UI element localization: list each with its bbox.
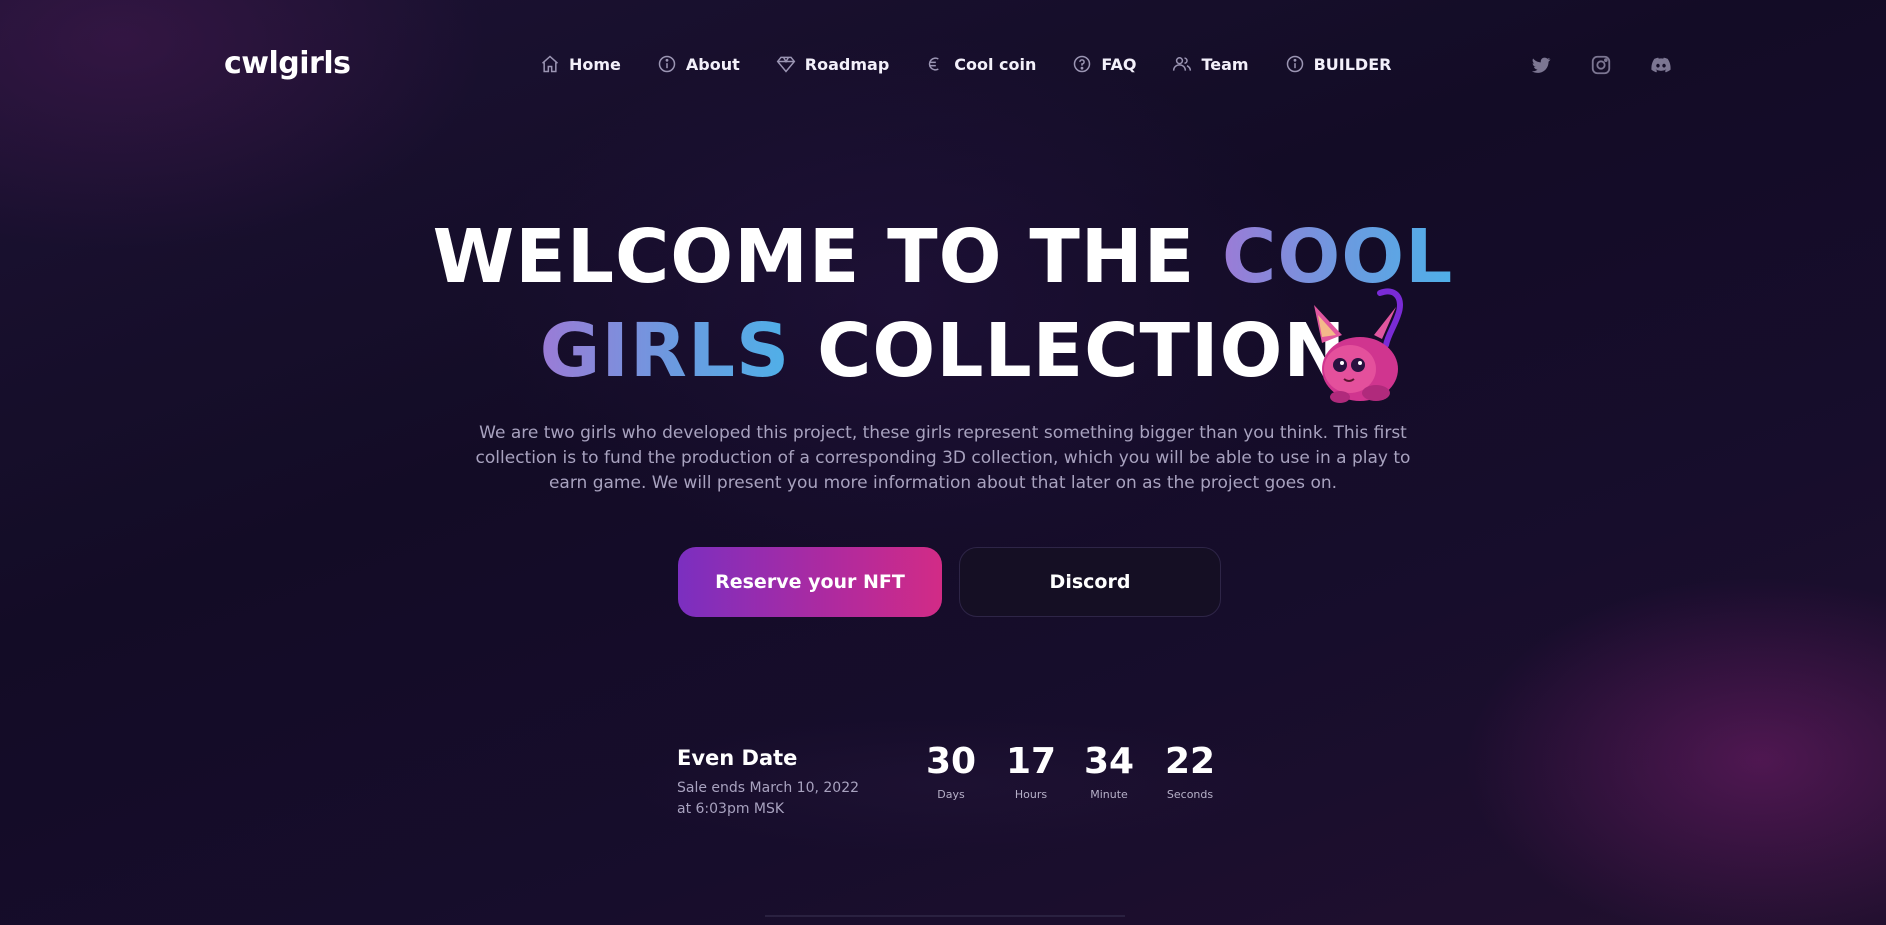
logo[interactable]: cwlgirls bbox=[224, 46, 351, 81]
bottom-divider bbox=[765, 915, 1125, 917]
countdown-subtitle: Sale ends March 10, 2022 at 6:03pm MSK bbox=[677, 780, 860, 817]
nav-item-team[interactable]: Team bbox=[1172, 54, 1249, 74]
countdown-minutes: 34 Minute bbox=[1074, 740, 1144, 801]
info-icon bbox=[1286, 55, 1303, 73]
title-part2: COLLECTION bbox=[790, 308, 1347, 394]
reserve-nft-button[interactable]: Reserve your NFT bbox=[678, 547, 942, 617]
nav-item-about[interactable]: About bbox=[657, 54, 740, 74]
nav-item-home[interactable]: Home bbox=[540, 54, 621, 74]
countdown-days: 30 Days bbox=[916, 740, 986, 801]
nav-label-team: Team bbox=[1201, 54, 1249, 74]
instagram-icon[interactable] bbox=[1590, 54, 1612, 76]
nav-item-cool-coin[interactable]: Cool coin bbox=[925, 54, 1036, 74]
home-icon bbox=[542, 55, 558, 73]
hero-section: WELCOME TO THE COOL GIRLS COLLECTION bbox=[0, 210, 1886, 398]
site-header: cwlgirls Home About Roadmap Cool coin FA… bbox=[0, 0, 1886, 130]
diamond-icon bbox=[776, 56, 796, 73]
countdown-hours-value: 17 bbox=[1005, 741, 1057, 782]
nav-label-builder: BUILDER bbox=[1313, 54, 1392, 74]
question-icon bbox=[1074, 55, 1091, 73]
countdown-seconds: 22 Seconds bbox=[1155, 740, 1225, 801]
countdown-minutes-value: 34 bbox=[1083, 741, 1135, 782]
nav-item-roadmap[interactable]: Roadmap bbox=[776, 54, 889, 74]
countdown-seconds-label: Seconds bbox=[1166, 788, 1214, 801]
nav-label-home: Home bbox=[569, 54, 621, 74]
countdown-hours-label: Hours bbox=[1014, 788, 1048, 801]
twitter-icon[interactable] bbox=[1530, 54, 1552, 76]
coin-icon bbox=[929, 57, 939, 71]
nav-label-roadmap: Roadmap bbox=[804, 54, 890, 74]
countdown-days-label: Days bbox=[937, 788, 965, 801]
countdown-days-value: 30 bbox=[925, 741, 977, 782]
discord-icon[interactable] bbox=[1650, 54, 1672, 76]
social-links bbox=[1530, 54, 1672, 76]
team-icon bbox=[1173, 57, 1192, 71]
nav-label-faq: FAQ bbox=[1101, 54, 1137, 74]
nav-label-cool-coin: Cool coin bbox=[954, 54, 1037, 74]
countdown-seconds-value: 22 bbox=[1164, 741, 1216, 782]
nav-item-builder[interactable]: BUILDER bbox=[1285, 54, 1392, 74]
nav-item-faq[interactable]: FAQ bbox=[1072, 54, 1136, 74]
mascot-creature-image bbox=[1314, 288, 1403, 403]
discord-button[interactable]: Discord bbox=[959, 547, 1221, 617]
main-nav: Home About Roadmap Cool coin FAQ Team BU… bbox=[540, 54, 1391, 74]
countdown-title: Even Date bbox=[677, 746, 798, 770]
countdown-hours: 17 Hours bbox=[996, 740, 1066, 801]
countdown-minutes-label: Minute bbox=[1090, 788, 1128, 801]
hero-title: WELCOME TO THE COOL GIRLS COLLECTION bbox=[0, 210, 1886, 398]
info-icon bbox=[658, 55, 676, 73]
countdown-panel: Even Date Sale ends March 10, 2022 at 6:… bbox=[640, 720, 1270, 850]
hero-description: We are two girls who developed this proj… bbox=[475, 423, 1411, 493]
title-part1: WELCOME TO THE bbox=[432, 214, 1223, 300]
nav-label-about: About bbox=[685, 54, 740, 74]
title-highlight-girls: GIRLS bbox=[539, 308, 791, 394]
